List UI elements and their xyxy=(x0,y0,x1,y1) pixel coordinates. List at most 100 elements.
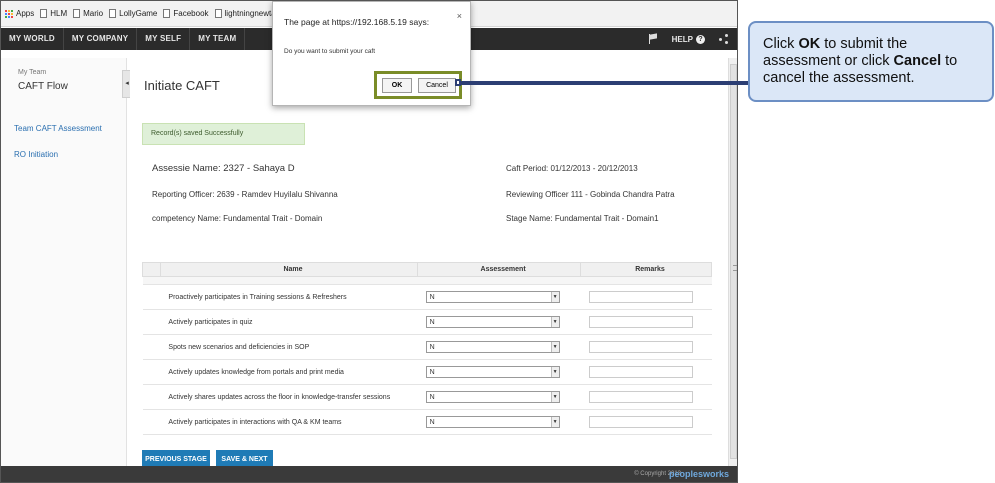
help-icon: ? xyxy=(696,34,705,44)
reviewing-officer: Reviewing Officer 111 - Gobinda Chandra … xyxy=(506,190,675,199)
bookmark-label: HLM xyxy=(50,9,68,18)
bookmark-mario[interactable]: Mario xyxy=(73,9,103,18)
table-subheader-row xyxy=(142,276,712,285)
document-icon xyxy=(73,9,81,18)
sidebar-item-ro-initiation[interactable]: RO Initiation xyxy=(14,150,58,159)
remarks-input[interactable] xyxy=(588,291,693,303)
vertical-scrollbar[interactable] xyxy=(728,58,737,466)
remarks-input[interactable] xyxy=(588,366,693,378)
callout-connector-line xyxy=(458,81,750,85)
callout-connector-anchor xyxy=(455,79,461,86)
sidebar-title: CAFT Flow xyxy=(18,81,68,92)
nav-my-self[interactable]: MY SELF xyxy=(137,28,191,50)
table-row: Actively shares updates across the floor… xyxy=(142,384,712,410)
bookmark-label: Mario xyxy=(83,9,104,18)
dropdown-arrow-icon: ▼ xyxy=(550,392,559,402)
table-header-assessment: Assessement xyxy=(417,262,582,277)
dialog-buttons-highlight: OK Cancel xyxy=(374,71,462,99)
select-value: N xyxy=(429,368,435,376)
scrollbar-thumb[interactable] xyxy=(730,64,737,459)
reporting-officer: Reporting Officer: 2639 - Ramdev Huyilal… xyxy=(152,190,338,199)
left-sidebar: My Team CAFT Flow ◂ Team CAFT Assessment… xyxy=(1,58,132,466)
row-name: Actively shares updates across the floor… xyxy=(160,384,418,410)
assessment-select[interactable]: N ▼ xyxy=(425,416,560,428)
stage-name: Stage Name: Fundamental Trait - Domain1 xyxy=(506,214,659,223)
dropdown-arrow-icon: ▼ xyxy=(550,292,559,302)
remarks-input[interactable] xyxy=(588,316,693,328)
table-header-remarks: Remarks xyxy=(580,262,712,277)
close-icon[interactable]: × xyxy=(457,11,462,21)
document-icon xyxy=(109,9,117,18)
select-value: N xyxy=(429,318,435,326)
assessment-select[interactable]: N ▼ xyxy=(425,316,560,328)
dialog-title: The page at https://192.168.5.19 says: xyxy=(284,17,430,27)
table-row: Spots new scenarios and deficiencies in … xyxy=(142,334,712,360)
nav-my-company[interactable]: MY COMPANY xyxy=(64,28,138,50)
select-value: N xyxy=(429,418,435,426)
success-message: Record(s) saved Successfully xyxy=(142,123,305,145)
table-row: Actively participates in quiz N ▼ xyxy=(142,309,712,335)
document-icon xyxy=(40,9,48,18)
main-content: Initiate CAFT Record(s) saved Successful… xyxy=(130,58,728,469)
document-icon xyxy=(214,9,222,18)
assessee-name: Assessie Name: 2327 - Sahaya D xyxy=(152,163,295,174)
table-row: Actively updates knowledge from portals … xyxy=(142,359,712,385)
table-header-spacer xyxy=(142,262,161,277)
assessment-table: Name Assessement Remarks Proactively par… xyxy=(142,262,712,435)
scrollbar-grip-icon xyxy=(733,265,737,271)
remarks-input[interactable] xyxy=(588,416,693,428)
callout-ok-text: OK xyxy=(798,36,821,52)
dialog-message: Do you want to submit your caft xyxy=(284,48,376,55)
table-header-row: Name Assessement Remarks xyxy=(142,262,712,277)
nav-my-team[interactable]: MY TEAM xyxy=(190,28,246,50)
assessment-select[interactable]: N ▼ xyxy=(425,291,560,303)
help-button[interactable]: HELP ? xyxy=(671,34,705,44)
callout-cancel-text: Cancel xyxy=(893,53,942,69)
sidebar-item-team-caft-assessment[interactable]: Team CAFT Assessment xyxy=(14,124,102,133)
nav-my-world[interactable]: MY WORLD xyxy=(1,28,64,50)
select-value: N xyxy=(429,343,435,351)
cancel-button[interactable]: Cancel xyxy=(418,78,456,93)
footer: © Copyright 2013 peoplesworks xyxy=(1,466,737,482)
remarks-input[interactable] xyxy=(588,341,693,353)
competency-name: competency Name: Fundamental Trait - Dom… xyxy=(152,214,323,223)
assessment-select[interactable]: N ▼ xyxy=(425,391,560,403)
row-name: Actively updates knowledge from portals … xyxy=(160,359,418,385)
share-icon[interactable] xyxy=(719,34,729,44)
browser-window: Apps HLM Mario LollyGame Facebook lightn… xyxy=(0,0,738,483)
confirm-dialog: The page at https://192.168.5.19 says: ×… xyxy=(272,1,471,106)
bookmark-apps[interactable]: Apps xyxy=(5,9,34,18)
dropdown-arrow-icon: ▼ xyxy=(550,342,559,352)
table-header-name: Name xyxy=(159,262,419,277)
table-row: Actively participates in interactions wi… xyxy=(142,409,712,435)
dropdown-arrow-icon: ▼ xyxy=(550,417,559,427)
row-name: Spots new scenarios and deficiencies in … xyxy=(160,334,418,360)
help-label: HELP xyxy=(671,34,693,44)
dropdown-arrow-icon: ▼ xyxy=(550,367,559,377)
document-icon xyxy=(163,9,171,18)
sidebar-section-label: My Team xyxy=(18,69,47,76)
apps-icon xyxy=(5,9,13,18)
bookmark-lollygame[interactable]: LollyGame xyxy=(109,9,157,18)
table-row: Proactively participates in Training ses… xyxy=(142,284,712,310)
row-name: Actively participates in interactions wi… xyxy=(160,409,418,435)
instruction-callout: Click OK to submit the assessment or cli… xyxy=(748,21,994,102)
flag-icon[interactable] xyxy=(648,34,658,44)
page-title: Initiate CAFT xyxy=(144,78,220,93)
bookmark-hlm[interactable]: HLM xyxy=(40,9,67,18)
remarks-input[interactable] xyxy=(588,391,693,403)
callout-text: Click xyxy=(763,36,799,52)
footer-logo: peoplesworks xyxy=(668,469,729,479)
bookmark-facebook[interactable]: Facebook xyxy=(163,9,209,18)
assessment-select[interactable]: N ▼ xyxy=(425,366,560,378)
select-value: N xyxy=(429,393,435,401)
caft-period: Caft Period: 01/12/2013 - 20/12/2013 xyxy=(506,164,638,173)
select-value: N xyxy=(429,293,435,301)
ok-button[interactable]: OK xyxy=(382,78,412,93)
bookmark-label: LollyGame xyxy=(119,9,158,18)
assessment-select[interactable]: N ▼ xyxy=(425,341,560,353)
row-name: Actively participates in quiz xyxy=(160,309,418,335)
bookmark-lightningnewtab[interactable]: lightningnewtab xyxy=(214,9,280,18)
bookmark-label: Apps xyxy=(16,9,35,18)
dropdown-arrow-icon: ▼ xyxy=(550,317,559,327)
